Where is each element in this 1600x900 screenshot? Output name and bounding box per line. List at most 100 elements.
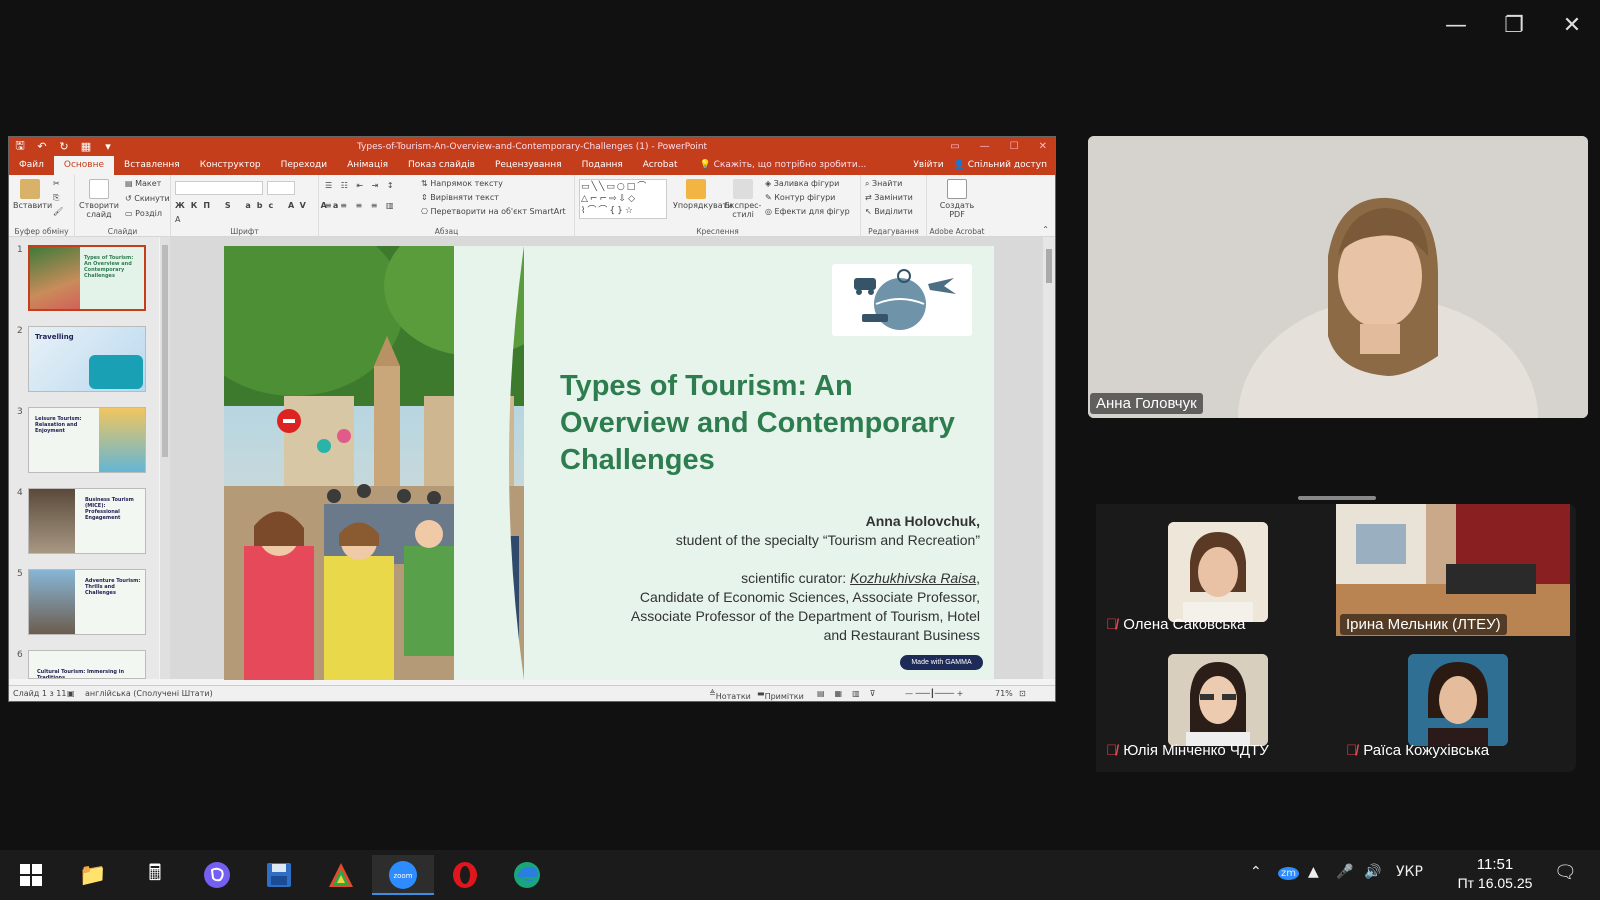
restore-button[interactable]: ❐ [1494, 12, 1534, 40]
show-hidden-icons[interactable]: ⌃ [1250, 864, 1262, 880]
thumbnail-slide-4[interactable]: Business Tourism (MICE): Professional En… [28, 488, 146, 554]
font-name-input[interactable] [175, 181, 263, 195]
smartart-button[interactable]: ⎔ Перетворити на об'єкт SmartArt [421, 207, 566, 216]
opera-button[interactable] [434, 855, 496, 895]
thumbnail-slide-1[interactable]: Types of Tourism: An Overview and Contem… [28, 245, 146, 311]
tab-review[interactable]: Рецензування [485, 156, 572, 175]
spellcheck-icon[interactable]: ▣ [67, 689, 75, 698]
tab-file[interactable]: Файл [9, 156, 54, 175]
create-pdf-button[interactable]: Создать PDF [935, 179, 979, 219]
canvas-scrollbar[interactable] [1043, 237, 1055, 679]
zoom-app-button[interactable]: zoom [372, 855, 434, 895]
gallery-scroll-indicator[interactable] [1298, 496, 1376, 500]
replace-button[interactable]: ⇄ Замінити [865, 193, 913, 202]
tab-acrobat[interactable]: Acrobat [633, 156, 688, 175]
volume-icon[interactable]: 🔊 [1364, 864, 1381, 880]
tab-animations[interactable]: Анімація [337, 156, 398, 175]
paste-button[interactable]: Вставити [13, 179, 52, 210]
text-direction-button[interactable]: ⇅ Напрямок тексту [421, 179, 503, 188]
new-slide-button[interactable]: Створити слайд [79, 179, 119, 219]
save-app-button[interactable] [248, 855, 310, 895]
start-button[interactable] [0, 855, 62, 895]
share-button[interactable]: 👤 Спільний доступ [954, 156, 1047, 175]
quick-styles-label: Експрес-стилі [724, 201, 762, 219]
tab-insert[interactable]: Вставлення [114, 156, 190, 175]
tab-design[interactable]: Конструктор [190, 156, 271, 175]
format-painter-icon[interactable]: 🖌 [53, 207, 63, 216]
redo-icon[interactable]: ↻ [53, 140, 75, 153]
undo-icon[interactable]: ↶ [31, 140, 53, 153]
network-app-icon[interactable]: ▲ [1308, 864, 1319, 880]
notes-button[interactable]: ≜ Нотатки [709, 689, 751, 701]
quick-styles-button[interactable]: Експрес-стилі [723, 179, 763, 219]
tab-view[interactable]: Подання [572, 156, 633, 175]
save-icon[interactable]: 🖫 [9, 137, 31, 156]
thumbnail-slide-6[interactable]: Cultural Tourism: Immersing in Tradition… [28, 650, 146, 679]
thumbnail-scrollbar[interactable] [160, 237, 170, 679]
cut-icon[interactable]: ✂ [53, 179, 60, 188]
shape-effects-button[interactable]: ◎ Ефекти для фігур [765, 207, 850, 216]
shapes-gallery[interactable]: ▭╲╲▭○□⌒ △⌐⌐⇨⇩◇ ⌇⌒⌒{}☆ [579, 179, 667, 219]
align-buttons[interactable]: ≡ ≡ ≡ ≡ ▥ [325, 201, 397, 210]
notifications-icon[interactable]: 🗨 [1554, 862, 1577, 883]
find-button[interactable]: ⌕ Знайти [865, 179, 902, 189]
sign-in-link[interactable]: Увійти [913, 156, 943, 175]
edge-button[interactable] [496, 855, 558, 895]
thumbnail-slide-3[interactable]: Leisure Tourism: Relaxation and Enjoymen… [28, 407, 146, 473]
shape-fill-button[interactable]: ◈ Заливка фігури [765, 179, 839, 188]
language-indicator[interactable]: англійська (Сполучені Штати) [85, 689, 213, 698]
customize-icon[interactable]: ▾ [97, 140, 119, 153]
thumb-photo [99, 408, 145, 472]
participant-tile[interactable]: 🎙̸ Олена Саковська [1096, 504, 1330, 636]
shape-outline-button[interactable]: ✎ Контур фігури [765, 193, 835, 202]
thumb-number: 1 [17, 245, 23, 255]
canvas-scroll-thumb[interactable] [1046, 249, 1052, 283]
language-indicator[interactable]: УКР [1396, 864, 1423, 880]
notes-label: Нотатки [715, 692, 751, 701]
made-with-gamma-badge[interactable]: Made with GAMMA [900, 655, 983, 670]
thumb-title: Cultural Tourism: Immersing in Tradition… [37, 669, 125, 679]
reset-button[interactable]: ↺ Скинути [125, 194, 170, 203]
thumbnail-slide-2[interactable]: Travelling [28, 326, 146, 392]
calculator-button[interactable]: 🖩 [124, 855, 186, 895]
section-button[interactable]: ▭ Розділ [125, 209, 162, 218]
collapse-ribbon-icon[interactable]: ⌃ [1042, 225, 1049, 234]
file-explorer-button[interactable]: 📁 [62, 855, 124, 895]
font-size-input[interactable] [267, 181, 295, 195]
list-buttons[interactable]: ☰ ☷ ⇤ ⇥ ↕ [325, 181, 397, 190]
microphone-icon[interactable]: 🎤 [1336, 864, 1353, 880]
viber-button[interactable] [186, 855, 248, 895]
tab-transitions[interactable]: Переходи [271, 156, 337, 175]
close-button[interactable]: ✕ [1552, 12, 1592, 40]
tell-me-input[interactable]: 💡 Скажіть, що потрібно зробити... [688, 156, 879, 175]
arrange-button[interactable]: Упорядкувати [673, 179, 732, 210]
ppt-minimize-icon[interactable]: — [980, 137, 990, 156]
speaker-video[interactable]: Анна Головчук [1088, 136, 1588, 418]
zoom-slider[interactable]: — ───┃──── + [905, 689, 963, 698]
acrobat-app-button[interactable] [310, 855, 372, 895]
participant-tile[interactable]: 🎙̸ Юлія Мінченко ЧДТУ [1096, 640, 1330, 772]
ppt-restore-icon[interactable]: ☐ [1010, 137, 1019, 156]
thumb-title: Business Tourism (MICE): Professional En… [85, 497, 134, 521]
copy-icon[interactable]: ⎘ [53, 193, 59, 203]
font-color-icon[interactable]: A [175, 215, 180, 224]
tab-home[interactable]: Основне [53, 156, 115, 175]
thumbnail-slide-5[interactable]: Adventure Tourism: Thrills and Challenge… [28, 569, 146, 635]
view-buttons[interactable]: ▤▦▥⊽ [817, 689, 886, 698]
ppt-close-icon[interactable]: ✕ [1039, 137, 1047, 156]
participant-tile[interactable]: Ірина Мельник (ЛТЕУ) [1336, 504, 1570, 636]
tab-slideshow[interactable]: Показ слайдів [398, 156, 485, 175]
layout-button[interactable]: ▤ Макет [125, 179, 161, 188]
smartart-label: Перетворити на об'єкт SmartArt [430, 207, 566, 216]
minimize-button[interactable]: — [1436, 12, 1476, 40]
align-text-button[interactable]: ⇕ Вирівняти текст [421, 193, 499, 202]
fit-slide-icon[interactable]: ⊡ [1019, 689, 1026, 698]
thumbnail-scroll-thumb[interactable] [162, 245, 168, 457]
present-icon[interactable]: ▦ [75, 140, 97, 153]
ribbon-display-icon[interactable]: ▭ [950, 137, 959, 156]
comments-button[interactable]: ▬ Примітки [757, 689, 804, 701]
zoom-tray-icon[interactable]: zm [1278, 864, 1299, 880]
clock[interactable]: 11:51 Пт 16.05.25 [1440, 855, 1550, 893]
participant-tile[interactable]: 🎙̸ Раїса Кожухівська [1336, 640, 1570, 772]
select-button[interactable]: ↖ Виділити [865, 207, 913, 216]
